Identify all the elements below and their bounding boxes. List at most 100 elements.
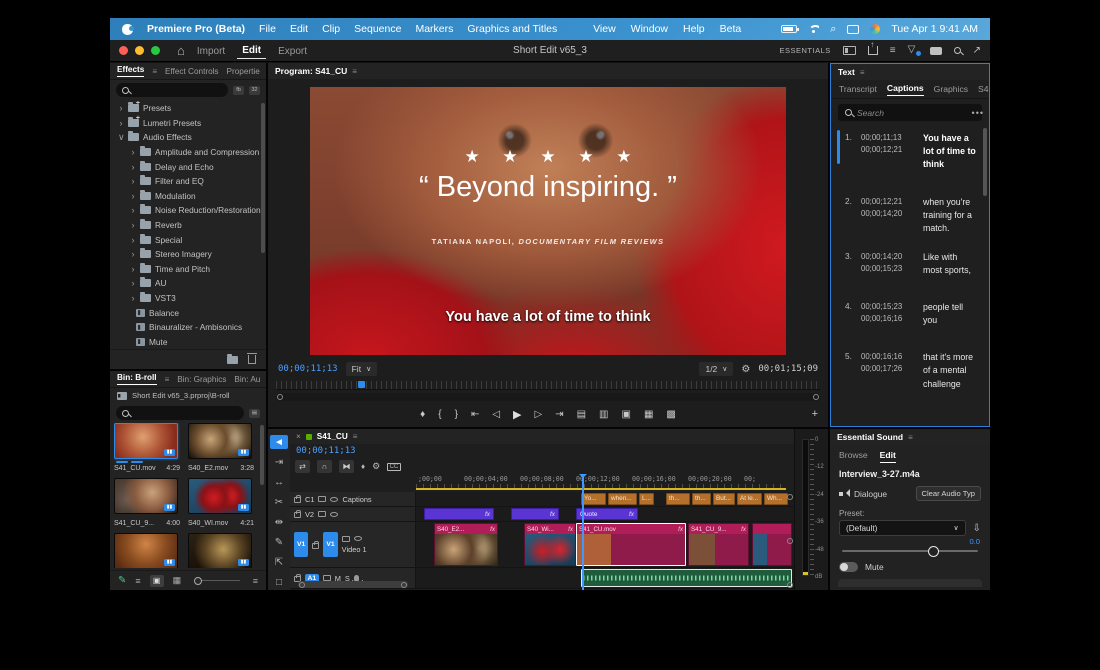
search-icon[interactable]	[954, 47, 961, 54]
captions-search-input[interactable]	[857, 108, 975, 118]
bin-clip-s41-cu-9[interactable]: ▮▮ S41_CU_9...4:00	[114, 478, 180, 527]
audio-clip[interactable]	[581, 569, 792, 587]
fullscreen-icon[interactable]: ↗	[973, 45, 981, 56]
chevron-right-icon[interactable]: ›	[130, 205, 136, 215]
nav-edit[interactable]: Edit	[237, 42, 266, 59]
linked-selection-icon[interactable]: ⧓	[339, 460, 354, 473]
32bit-effects-filter-icon[interactable]: 32	[249, 86, 260, 95]
overwrite-button[interactable]: ▩	[666, 409, 675, 420]
add-marker-button[interactable]: ♦	[420, 409, 425, 420]
feedback-icon[interactable]	[930, 47, 942, 55]
panel-menu-icon[interactable]: ≡	[908, 433, 913, 442]
clear-audio-type-button[interactable]: Clear Audio Typ	[916, 486, 981, 501]
bin-footer-menu-icon[interactable]: ≡	[253, 576, 258, 586]
chevron-down-icon[interactable]: ∨	[118, 132, 124, 143]
panel-menu-icon[interactable]: ≡	[353, 432, 358, 441]
tab-effect-controls[interactable]: Effect Controls	[165, 67, 219, 76]
selection-tool[interactable]: ◄	[270, 435, 288, 449]
video-clip[interactable]: S41_CU_9...fx	[688, 523, 749, 566]
video-clip[interactable]: S40_E2...fx	[434, 523, 498, 566]
tab-effects[interactable]: Effects	[117, 65, 144, 77]
essential-sound-title[interactable]: Essential Sound	[837, 432, 903, 442]
settings-wrench-icon[interactable]: ⚙	[741, 364, 750, 375]
panel-menu-icon[interactable]: ≡	[165, 375, 170, 384]
caption-row[interactable]: 3. 00;00;14;2000;00;15;23 Like with most…	[837, 245, 979, 293]
home-icon[interactable]: ⌂	[177, 43, 185, 58]
menu-app-name[interactable]: Premiere Pro (Beta)	[147, 23, 245, 35]
menu-file[interactable]: File	[259, 23, 276, 35]
caption-start[interactable]: 00;00;11;13	[861, 132, 917, 144]
program-timecode[interactable]: 00;00;11;13	[278, 364, 338, 374]
captions-scrollbar[interactable]	[983, 128, 987, 196]
caption-text[interactable]: that it's more of a mental challenge	[923, 351, 977, 391]
accelerated-effects-filter-icon[interactable]: fb	[233, 86, 244, 95]
chevron-right-icon[interactable]: ›	[130, 220, 136, 230]
play-button[interactable]: ▶	[513, 408, 521, 421]
export-frame-button[interactable]: ▣	[622, 409, 631, 420]
tab-overflow[interactable]: S4	[978, 84, 989, 94]
caption-text[interactable]: people tell you	[923, 301, 977, 337]
panel-menu-icon[interactable]: ≡	[860, 68, 865, 77]
close-window-button[interactable]	[119, 46, 128, 55]
effects-tree-item[interactable]: ›Stereo Imagery	[110, 247, 266, 262]
effects-tree-item[interactable]: ›Delay and Echo	[110, 159, 266, 174]
scroll-knob[interactable]	[787, 538, 793, 544]
freeform-view-icon[interactable]: ▦	[173, 575, 182, 586]
beta-flask-icon[interactable]	[908, 46, 918, 56]
bin-scrollbar[interactable]	[260, 425, 264, 485]
scroll-knob[interactable]	[401, 582, 407, 588]
caption-text[interactable]: Like with most sports,	[923, 251, 977, 287]
lock-icon[interactable]	[294, 497, 301, 503]
source-patch-v1[interactable]: V1	[294, 532, 308, 557]
caption-clip[interactable]: At le...	[737, 493, 762, 505]
quote-graphic-clip[interactable]: Quotefx	[576, 508, 638, 520]
effects-tree-item[interactable]: ∨Audio Effects	[110, 130, 266, 145]
menu-edit[interactable]: Edit	[290, 23, 308, 35]
scroll-knob[interactable]	[813, 394, 819, 400]
caption-end[interactable]: 00;00;12;21	[861, 144, 917, 156]
captions-visibility-icon[interactable]: CC	[387, 463, 401, 471]
new-bin-icon[interactable]	[227, 356, 238, 364]
maximize-window-button[interactable]	[151, 46, 160, 55]
timeline-settings-icon[interactable]: ⚙	[372, 461, 380, 472]
menu-graphics-titles[interactable]: Graphics and Titles	[467, 23, 557, 35]
ripple-edit-tool[interactable]: ↔	[270, 475, 288, 489]
graphic-clip[interactable]: fx	[424, 508, 494, 520]
workspace-label[interactable]: ESSENTIALS	[779, 46, 830, 55]
effects-tree-item[interactable]: Binauralizer - Ambisonics	[110, 320, 266, 335]
close-sequence-icon[interactable]: ×	[296, 432, 301, 441]
track-visibility-icon[interactable]	[354, 536, 362, 541]
nest-toggle-icon[interactable]: ⇄	[295, 460, 310, 473]
effects-tree-item[interactable]: ›VST3	[110, 291, 266, 306]
effects-tree-item[interactable]: ›Time and Pitch	[110, 262, 266, 277]
chevron-right-icon[interactable]: ›	[130, 293, 136, 303]
text-panel-title[interactable]: Text	[838, 67, 855, 77]
caption-clip[interactable]: Yo...	[581, 493, 606, 505]
caption-end[interactable]: 00;00;16;16	[861, 313, 917, 325]
bin-clip-s41-cu[interactable]: ▮▮ S41_CU.mov4:29	[114, 423, 180, 472]
effects-tree-item[interactable]: ›Lumetri Presets	[110, 116, 266, 131]
effects-scrollbar[interactable]	[261, 103, 265, 253]
bin-clip-partial[interactable]: ▮▮	[114, 533, 180, 568]
effects-search-input[interactable]	[116, 83, 228, 97]
step-forward-button[interactable]: ▷	[535, 409, 543, 420]
caption-row[interactable]: 4. 00;00;15;2300;00;16;16 people tell yo…	[837, 295, 979, 343]
menu-window[interactable]: Window	[631, 23, 668, 35]
menu-sequence[interactable]: Sequence	[354, 23, 401, 35]
clip-thumbnail[interactable]: ▮▮	[114, 533, 178, 568]
effects-tree-item[interactable]: ›Presets	[110, 101, 266, 116]
tab-bin-audio[interactable]: Bin: Au	[234, 375, 260, 384]
clip-thumbnail[interactable]: ▮▮	[114, 478, 178, 514]
video-clip[interactable]: S40_Wi...fx	[524, 523, 576, 566]
insert-button[interactable]: ▦	[644, 409, 653, 420]
battery-icon[interactable]	[781, 25, 797, 33]
caption-row[interactable]: 2. 00;00;12;2100;00;14;20 when you're tr…	[837, 190, 979, 242]
edit-pencil-icon[interactable]: ✎	[118, 575, 126, 586]
track-c1-label[interactable]: C1	[305, 495, 314, 504]
tab-bin-broll[interactable]: Bin: B-roll	[117, 373, 157, 385]
apple-icon[interactable]	[122, 24, 133, 35]
caption-start[interactable]: 00;00;15;23	[861, 301, 917, 313]
program-mini-timeline[interactable]	[276, 381, 820, 390]
tab-transcript[interactable]: Transcript	[839, 84, 877, 94]
caption-clip[interactable]: But...	[713, 493, 735, 505]
